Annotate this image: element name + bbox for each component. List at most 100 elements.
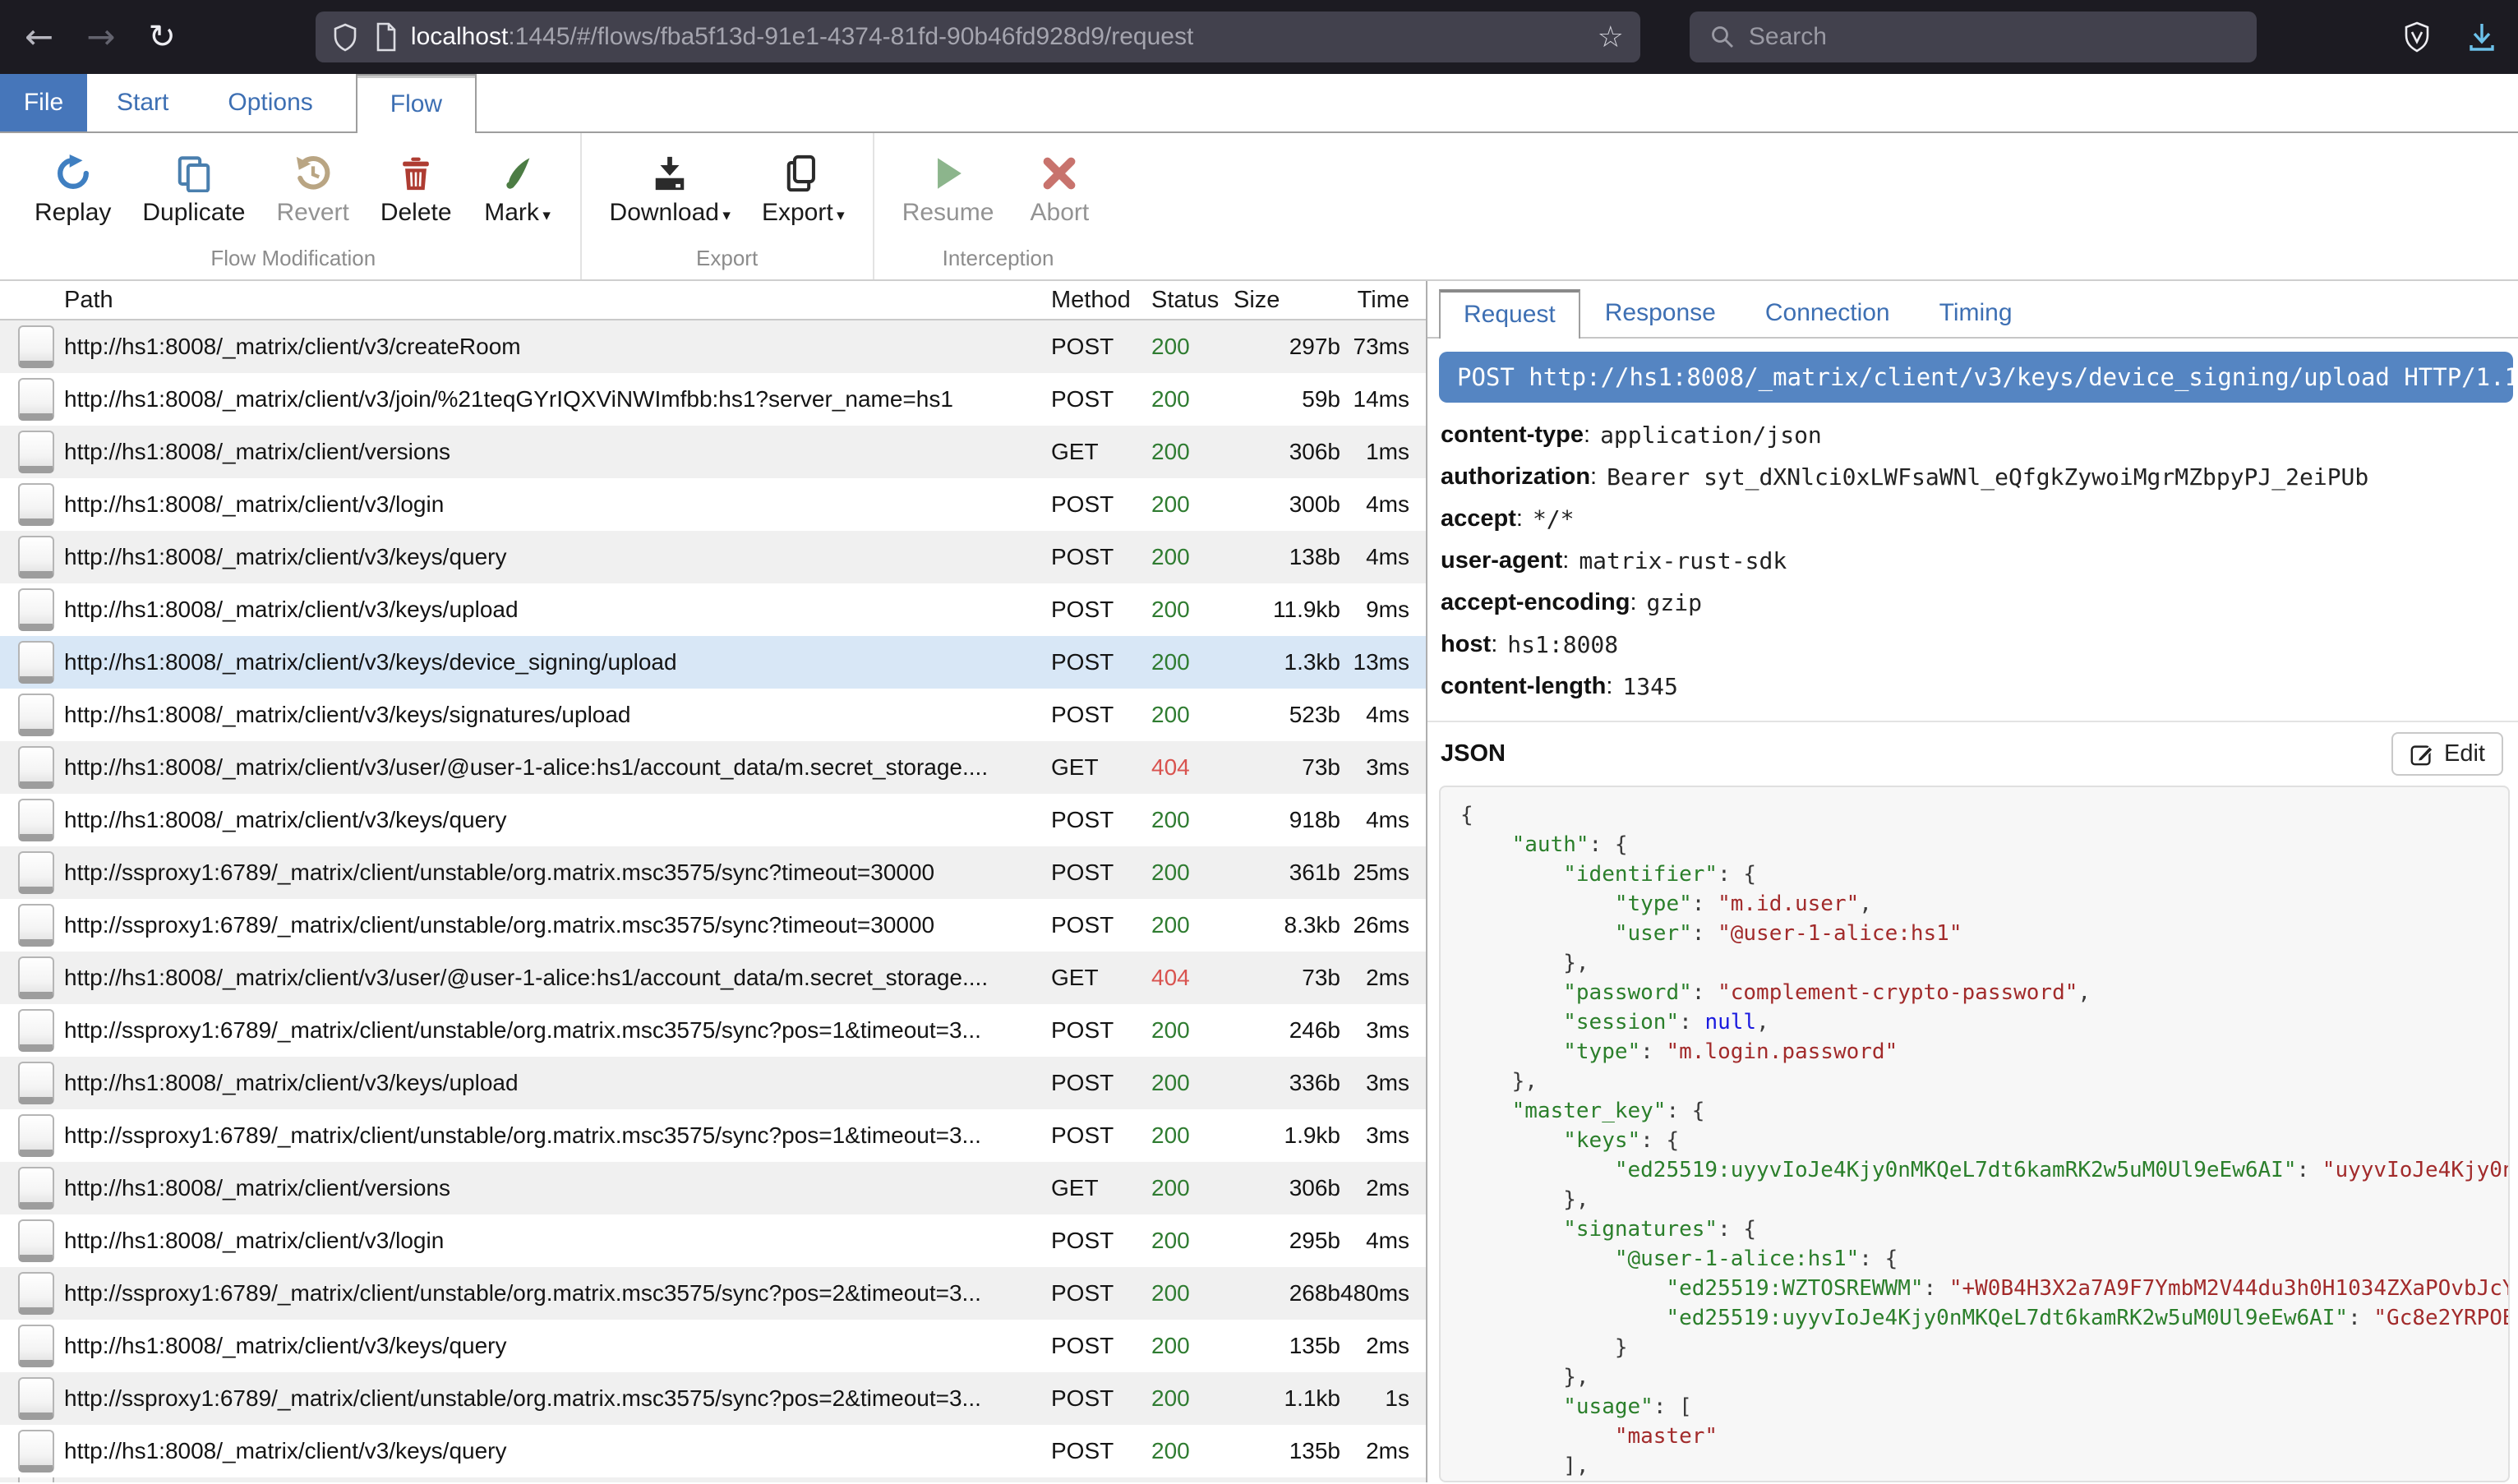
table-row[interactable]: http://hs1:8008/_matrix/client/v3/keys/u… xyxy=(0,1057,1426,1109)
replay-icon xyxy=(54,146,92,192)
column-size[interactable]: Size xyxy=(1234,287,1340,314)
table-row[interactable]: http://hs1:8008/_matrix/client/v3/create… xyxy=(0,320,1426,373)
table-row[interactable]: http://hs1:8008/_matrix/client/versionsG… xyxy=(0,1162,1426,1214)
table-row[interactable]: http://hs1:8008/_matrix/client/v3/loginP… xyxy=(0,478,1426,531)
reload-icon[interactable]: ↻ xyxy=(148,21,176,53)
export-label: Export xyxy=(762,199,833,226)
forward-icon[interactable]: → xyxy=(86,20,115,54)
menu-start[interactable]: Start xyxy=(87,74,198,131)
menu-file[interactable]: File xyxy=(0,74,87,131)
url-bar[interactable]: localhost:1445/#/flows/fba5f13d-91e1-437… xyxy=(316,12,1640,62)
url-text[interactable]: localhost:1445/#/flows/fba5f13d-91e1-437… xyxy=(411,23,1193,51)
table-row[interactable]: http://hs1:8008/_matrix/client/v3/keys/q… xyxy=(0,1425,1426,1477)
header-value: matrix-rust-sdk xyxy=(1579,547,1787,574)
flow-list: Path Method Status Size Time http://hs1:… xyxy=(0,281,1427,1482)
abort-button[interactable]: Abort xyxy=(1025,146,1094,227)
json-line: "usage": [ xyxy=(1460,1392,2508,1422)
table-row[interactable]: http://hs1:8008/_matrix/client/v3/loginP… xyxy=(0,1214,1426,1267)
detail-tab-request[interactable]: Request xyxy=(1439,289,1580,339)
flow-marker-icon xyxy=(18,904,54,947)
revert-button[interactable]: Revert xyxy=(276,146,348,227)
table-row[interactable]: http://hs1:8008/_matrix/client/v3/join/%… xyxy=(0,373,1426,426)
table-row[interactable]: http://hs1:8008/_matrix/client/v3/keys/d… xyxy=(0,636,1426,689)
menu-bar: File Start Options Flow xyxy=(0,74,2518,133)
table-row[interactable]: http://ssproxy1:6789/_matrix/client/unst… xyxy=(0,1267,1426,1320)
header-line[interactable]: authorization:Bearer syt_dXNlci0xLWFsaWN… xyxy=(1441,456,2518,498)
header-name: host xyxy=(1441,631,1491,658)
menu-options[interactable]: Options xyxy=(198,74,342,131)
flow-path: http://hs1:8008/_matrix/client/v3/keys/q… xyxy=(64,807,1051,833)
json-line: "master_key": { xyxy=(1460,1096,2508,1126)
tab-flow[interactable]: Flow xyxy=(356,74,477,133)
flow-path: http://hs1:8008/_matrix/client/v3/keys/u… xyxy=(64,597,1051,623)
table-row[interactable]: http://hs1:8008/_matrix/client/v3/keys/q… xyxy=(0,531,1426,583)
json-line: "user": "@user-1-alice:hs1" xyxy=(1460,919,2508,948)
delete-button[interactable]: Delete xyxy=(380,146,452,227)
column-path[interactable]: Path xyxy=(64,287,1051,314)
row-icon-col xyxy=(0,1430,64,1472)
header-line[interactable]: accept-encoding:gzip xyxy=(1441,582,2518,624)
edit-button[interactable]: Edit xyxy=(2391,732,2503,776)
row-icon-col xyxy=(0,483,64,526)
table-row[interactable]: http://hs1:8008/_matrix/client/v3/keys/u… xyxy=(0,583,1426,636)
duplicate-button[interactable]: Duplicate xyxy=(142,146,245,227)
export-button[interactable]: Export ▾ xyxy=(762,146,845,227)
json-line: "type": "m.id.user", xyxy=(1460,889,2508,919)
table-row[interactable]: http://hs1:8008/_matrix/client/v3/user/@… xyxy=(0,952,1426,1004)
json-body[interactable]: { "auth": { "identifier": { "type": "m.i… xyxy=(1439,786,2510,1482)
flow-size: 336b xyxy=(1234,1070,1340,1096)
flow-size: 523b xyxy=(1234,702,1340,728)
flow-status: 200 xyxy=(1151,1438,1234,1464)
column-time[interactable]: Time xyxy=(1340,287,1426,314)
flow-status: 200 xyxy=(1151,1175,1234,1201)
table-row[interactable]: http://ssproxy1:6789/_matrix/client/unst… xyxy=(0,846,1426,899)
flow-method: POST xyxy=(1051,386,1151,412)
search-icon xyxy=(1709,24,1736,50)
flow-time: 2ms xyxy=(1340,965,1426,991)
shield-icon[interactable] xyxy=(332,22,358,52)
table-row-partial[interactable] xyxy=(0,1477,1426,1482)
back-icon[interactable]: ← xyxy=(25,20,53,54)
table-row[interactable]: http://hs1:8008/_matrix/client/versionsG… xyxy=(0,426,1426,478)
flow-time: 480ms xyxy=(1340,1280,1426,1307)
detail-tab-connection[interactable]: Connection xyxy=(1741,289,1915,337)
download-button[interactable]: Download ▾ xyxy=(610,146,731,227)
mark-button[interactable]: Mark ▾ xyxy=(483,146,552,227)
resume-button[interactable]: Resume xyxy=(902,146,994,227)
table-row[interactable]: http://hs1:8008/_matrix/client/v3/keys/q… xyxy=(0,794,1426,846)
mark-brush-icon xyxy=(499,146,537,192)
table-row[interactable]: http://hs1:8008/_matrix/client/v3/user/@… xyxy=(0,741,1426,794)
flow-detail-panel: RequestResponseConnectionTiming POST htt… xyxy=(1427,281,2518,1482)
flow-method: GET xyxy=(1051,965,1151,991)
table-row[interactable]: http://ssproxy1:6789/_matrix/client/unst… xyxy=(0,1372,1426,1425)
bookmark-star-icon[interactable]: ☆ xyxy=(1598,21,1624,54)
detail-tab-timing[interactable]: Timing xyxy=(1915,289,2037,337)
header-line[interactable]: accept:*/* xyxy=(1441,498,2518,540)
table-row[interactable]: http://hs1:8008/_matrix/client/v3/keys/s… xyxy=(0,689,1426,741)
flow-marker-icon xyxy=(18,483,54,526)
header-line[interactable]: content-type:application/json xyxy=(1441,414,2518,456)
replay-label: Replay xyxy=(35,199,111,226)
row-icon-col xyxy=(0,431,64,473)
flow-time: 25ms xyxy=(1340,860,1426,886)
table-row[interactable]: http://hs1:8008/_matrix/client/v3/keys/q… xyxy=(0,1320,1426,1372)
search-input[interactable]: Search xyxy=(1690,12,2257,62)
column-method[interactable]: Method xyxy=(1051,287,1151,314)
header-name: content-length xyxy=(1441,673,1606,700)
replay-button[interactable]: Replay xyxy=(35,146,111,227)
header-line[interactable]: host:hs1:8008 xyxy=(1441,624,2518,666)
table-row[interactable]: http://ssproxy1:6789/_matrix/client/unst… xyxy=(0,899,1426,952)
mark-label: Mark xyxy=(484,199,539,226)
request-line[interactable]: POST http://hs1:8008/_matrix/client/v3/k… xyxy=(1439,352,2513,403)
table-row[interactable]: http://ssproxy1:6789/_matrix/client/unst… xyxy=(0,1109,1426,1162)
header-name: accept xyxy=(1441,505,1516,532)
column-status[interactable]: Status xyxy=(1151,287,1234,314)
table-row[interactable]: http://ssproxy1:6789/_matrix/client/unst… xyxy=(0,1004,1426,1057)
tracking-shield-icon[interactable] xyxy=(2403,21,2431,53)
downloads-icon[interactable] xyxy=(2467,21,2497,53)
flow-size: 1.3kb xyxy=(1234,649,1340,675)
header-line[interactable]: user-agent:matrix-rust-sdk xyxy=(1441,540,2518,582)
header-line[interactable]: content-length:1345 xyxy=(1441,666,2518,707)
page-icon[interactable] xyxy=(373,22,398,52)
detail-tab-response[interactable]: Response xyxy=(1580,289,1741,337)
